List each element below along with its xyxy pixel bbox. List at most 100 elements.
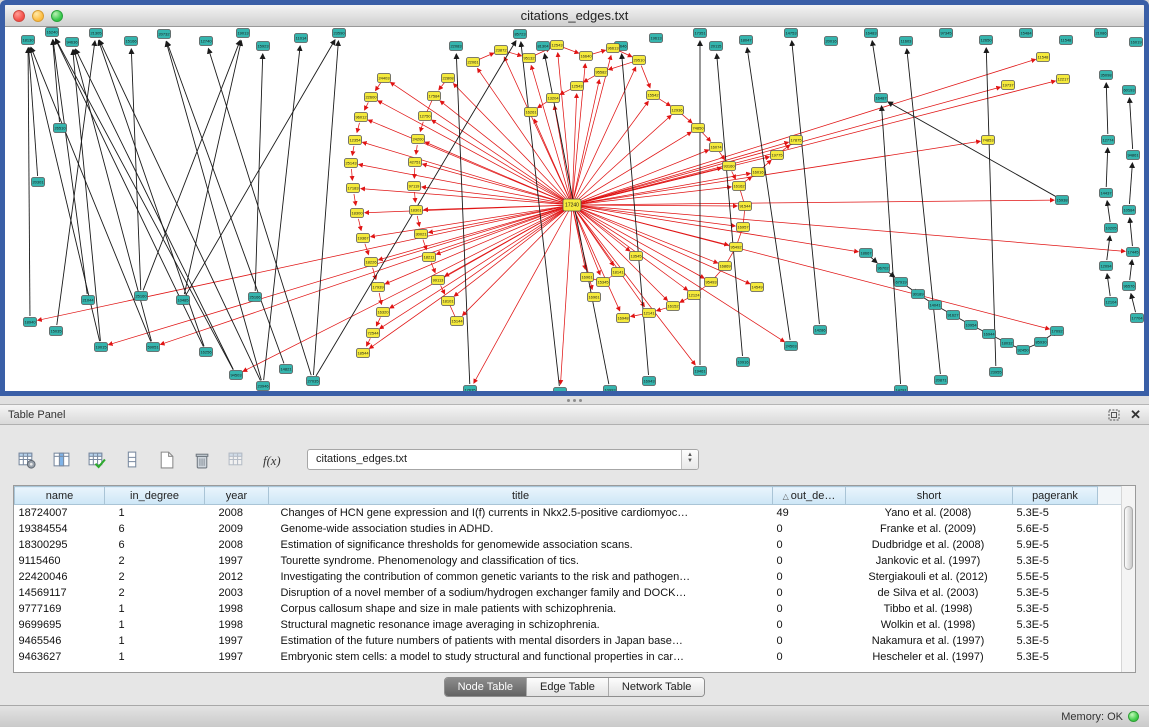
network-node[interactable]: 23955 — [990, 368, 1003, 377]
network-node[interactable]: 72544 — [367, 329, 380, 338]
network-node[interactable]: 14437 — [1100, 189, 1113, 198]
network-node[interactable]: 96576 — [1123, 282, 1136, 291]
network-node[interactable]: 95493 — [705, 278, 718, 287]
network-node[interactable]: 16943 — [643, 377, 656, 386]
network-node[interactable]: 16483 — [865, 29, 878, 38]
close-panel-icon[interactable]: ✕ — [1130, 408, 1141, 421]
table-row[interactable]: 977716911998Corpus callosum shape and si… — [15, 601, 1122, 617]
network-node[interactable]: 18130 — [22, 36, 35, 45]
network-node[interactable]: 15938 — [1056, 196, 1069, 205]
network-node[interactable]: 23872 — [495, 46, 508, 55]
network-node[interactable]: 11014 — [295, 34, 308, 43]
network-node[interactable]: 18211 — [423, 253, 436, 262]
network-node[interactable]: 20115 — [710, 42, 723, 51]
table-settings-icon[interactable] — [13, 446, 39, 472]
network-node[interactable]: 12124 — [688, 291, 701, 300]
network-node[interactable]: 17875 — [790, 136, 803, 145]
table-row[interactable]: 1456911722003Disruption of a novel membe… — [15, 585, 1122, 601]
network-node[interactable]: 11603 — [900, 37, 913, 46]
network-node[interactable]: 12104 — [1105, 298, 1118, 307]
network-node[interactable]: 14286 — [814, 326, 827, 335]
network-node[interactable]: 17183 — [347, 184, 360, 193]
network-node[interactable]: 19461 — [694, 367, 707, 376]
network-node[interactable]: 18300 — [351, 209, 364, 218]
network-node[interactable]: 24503 — [785, 342, 798, 351]
network-node[interactable]: 18101 — [442, 297, 455, 306]
network-node[interactable]: 10993 — [604, 386, 617, 392]
table-row[interactable]: 1830029562008Estimation of significance … — [15, 537, 1122, 553]
table-row[interactable]: 946554611997Estimation of the future num… — [15, 633, 1122, 649]
network-node[interactable]: 16487 — [875, 94, 888, 103]
network-node[interactable]: 15923 — [257, 42, 270, 51]
network-node[interactable]: 95132 — [523, 54, 536, 63]
network-node[interactable]: 16320 — [377, 308, 390, 317]
network-node[interactable]: 15542 — [647, 91, 660, 100]
column-header-pagerank[interactable]: pagerank — [1013, 487, 1098, 505]
network-node[interactable]: 14549 — [751, 283, 764, 292]
network-node[interactable]: 17635 — [464, 386, 477, 392]
network-node[interactable]: 18226 — [365, 258, 378, 267]
table-row[interactable]: 911546021997Tourette syndrome. Phenomeno… — [15, 553, 1122, 569]
network-window[interactable]: citations_edges.txt 18130162409463621305… — [0, 0, 1149, 396]
vertical-scrollbar[interactable] — [1121, 486, 1135, 672]
network-node[interactable]: 12740 — [200, 37, 213, 46]
network-node[interactable]: 17584 — [428, 92, 441, 101]
network-node[interactable]: 19015 — [95, 343, 108, 352]
network-node[interactable]: 12650 — [980, 36, 993, 45]
network-node[interactable]: 16948 — [617, 314, 630, 323]
network-node[interactable]: 60193 — [1123, 86, 1136, 95]
import-table-icon[interactable] — [223, 446, 249, 472]
network-node[interactable]: 99113 — [432, 276, 445, 285]
network-node[interactable]: 18940 — [24, 318, 37, 327]
network-node[interactable]: 35098 — [1100, 71, 1113, 80]
rows-icon[interactable] — [118, 446, 144, 472]
network-node[interactable]: 10916 — [737, 358, 750, 367]
network-node[interactable]: 96702 — [877, 264, 890, 273]
network-node[interactable]: 22808 — [442, 74, 455, 83]
network-node[interactable]: 15384 — [554, 388, 567, 392]
network-node[interactable]: 16261 — [525, 108, 538, 117]
network-node[interactable]: 10954 — [965, 321, 978, 330]
network-node[interactable]: 15166 — [125, 37, 138, 46]
network-node[interactable]: 17092 — [1051, 327, 1064, 336]
network-node[interactable]: 96613 — [607, 44, 620, 53]
minimize-window-icon[interactable] — [32, 10, 44, 22]
network-node[interactable]: 17240 — [563, 199, 581, 211]
network-node[interactable]: 85723 — [514, 30, 527, 39]
column-header-indegree[interactable]: in_degree — [105, 487, 205, 505]
network-node[interactable]: 17445 — [1127, 248, 1140, 257]
network-node[interactable]: 16961 — [588, 293, 601, 302]
network-node[interactable]: 95492 — [730, 243, 743, 252]
network-node[interactable]: 10584 — [1123, 206, 1136, 215]
network-node[interactable]: 12936 — [671, 106, 684, 115]
network-node[interactable]: 22083 — [450, 42, 463, 51]
edit-table-icon[interactable] — [83, 446, 109, 472]
network-node[interactable]: 16640 — [580, 52, 593, 61]
network-node[interactable]: 97345 — [940, 29, 953, 38]
network-node[interactable]: 13545 — [630, 252, 643, 261]
network-view[interactable]: 1813016240946362130515166207321274019013… — [5, 27, 1144, 391]
table-row[interactable]: 946362711997Embryonic stem cells: a mode… — [15, 649, 1122, 665]
network-node[interactable]: 19013 — [237, 29, 250, 38]
network-node[interactable]: 21305 — [90, 29, 103, 38]
network-node[interactable]: 27035 — [307, 377, 320, 386]
network-node[interactable]: 12094 — [1100, 262, 1113, 271]
splitter-handle-icon[interactable] — [566, 399, 584, 402]
network-node[interactable]: 15345 — [597, 278, 610, 287]
network-node[interactable]: 14041 — [929, 301, 942, 310]
column-header-year[interactable]: year — [205, 487, 269, 505]
network-node[interactable]: 16256 — [200, 348, 213, 357]
network-node[interactable]: 26510 — [54, 124, 67, 133]
network-node[interactable]: 30189 — [912, 290, 925, 299]
network-node[interactable]: 16074 — [710, 143, 723, 152]
network-node[interactable]: 18667 — [860, 249, 873, 258]
network-node[interactable]: 25166 — [249, 293, 262, 302]
network-node[interactable]: 21086 — [1095, 29, 1108, 38]
network-node[interactable]: 24200 — [412, 135, 425, 144]
network-node[interactable]: 16869 — [719, 262, 732, 271]
column-header-outde[interactable]: △out_de… — [773, 487, 846, 505]
network-node[interactable]: 17939 — [372, 283, 385, 292]
tab-network-table[interactable]: Network Table — [608, 678, 705, 696]
network-node[interactable]: 12354 — [349, 136, 362, 145]
column-header-title[interactable]: title — [269, 487, 773, 505]
